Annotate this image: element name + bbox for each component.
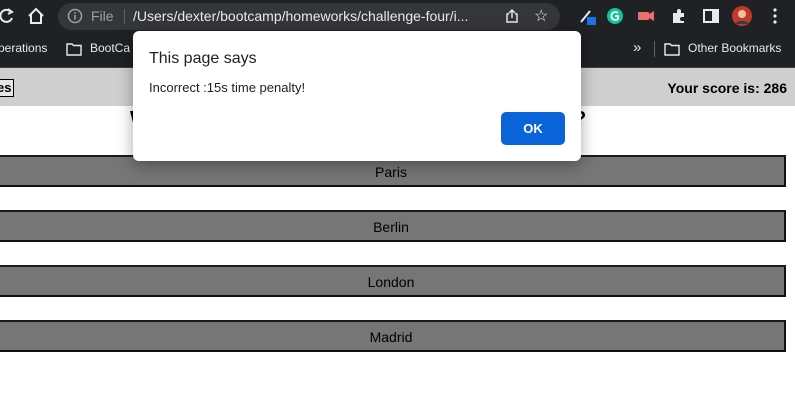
bookmark-operations[interactable]: perations [0, 41, 47, 55]
answer-button-london[interactable]: London [0, 265, 786, 297]
dialog-message: Incorrect :15s time penalty! [149, 80, 306, 95]
url-text[interactable]: /Users/dexter/bootcamp/homeworks/challen… [133, 8, 468, 24]
dialog-title: This page says [149, 50, 257, 67]
grammarly-icon[interactable] [606, 7, 624, 25]
score-display: Your score is: 286 [667, 80, 787, 96]
address-bar[interactable]: File /Users/dexter/bootcamp/homeworks/ch… [58, 3, 560, 30]
bookmarks-divider [654, 41, 655, 57]
highscores-button[interactable]: es [0, 79, 15, 97]
kebab-menu-icon[interactable] [766, 7, 784, 25]
reload-icon[interactable] [0, 6, 16, 26]
omnibox-separator [124, 9, 125, 24]
bookmark-bootcamp[interactable]: BootCa [90, 41, 130, 55]
alert-dialog: This page says Incorrect :15s time penal… [133, 31, 581, 161]
sidebar-icon[interactable] [702, 7, 720, 25]
puzzle-extension-icon[interactable] [670, 7, 688, 25]
browser-toolbar: File /Users/dexter/bootcamp/homeworks/ch… [0, 0, 795, 33]
ok-button[interactable]: OK [501, 112, 565, 145]
pen-extension-icon[interactable] [578, 7, 596, 25]
info-icon[interactable] [67, 8, 83, 24]
file-scheme-label: File [91, 8, 114, 24]
home-icon[interactable] [26, 6, 46, 26]
folder-icon [66, 42, 82, 56]
bookmarks-overflow-chevron[interactable]: » [633, 39, 641, 56]
star-icon[interactable]: ☆ [534, 6, 548, 26]
screen-record-icon[interactable] [637, 7, 655, 25]
folder-icon [664, 42, 680, 56]
profile-avatar[interactable] [731, 5, 753, 27]
bookmark-other-bookmarks[interactable]: Other Bookmarks [688, 41, 781, 55]
share-icon[interactable] [504, 8, 520, 24]
answer-button-madrid[interactable]: Madrid [0, 320, 786, 352]
answer-button-berlin[interactable]: Berlin [0, 210, 786, 242]
